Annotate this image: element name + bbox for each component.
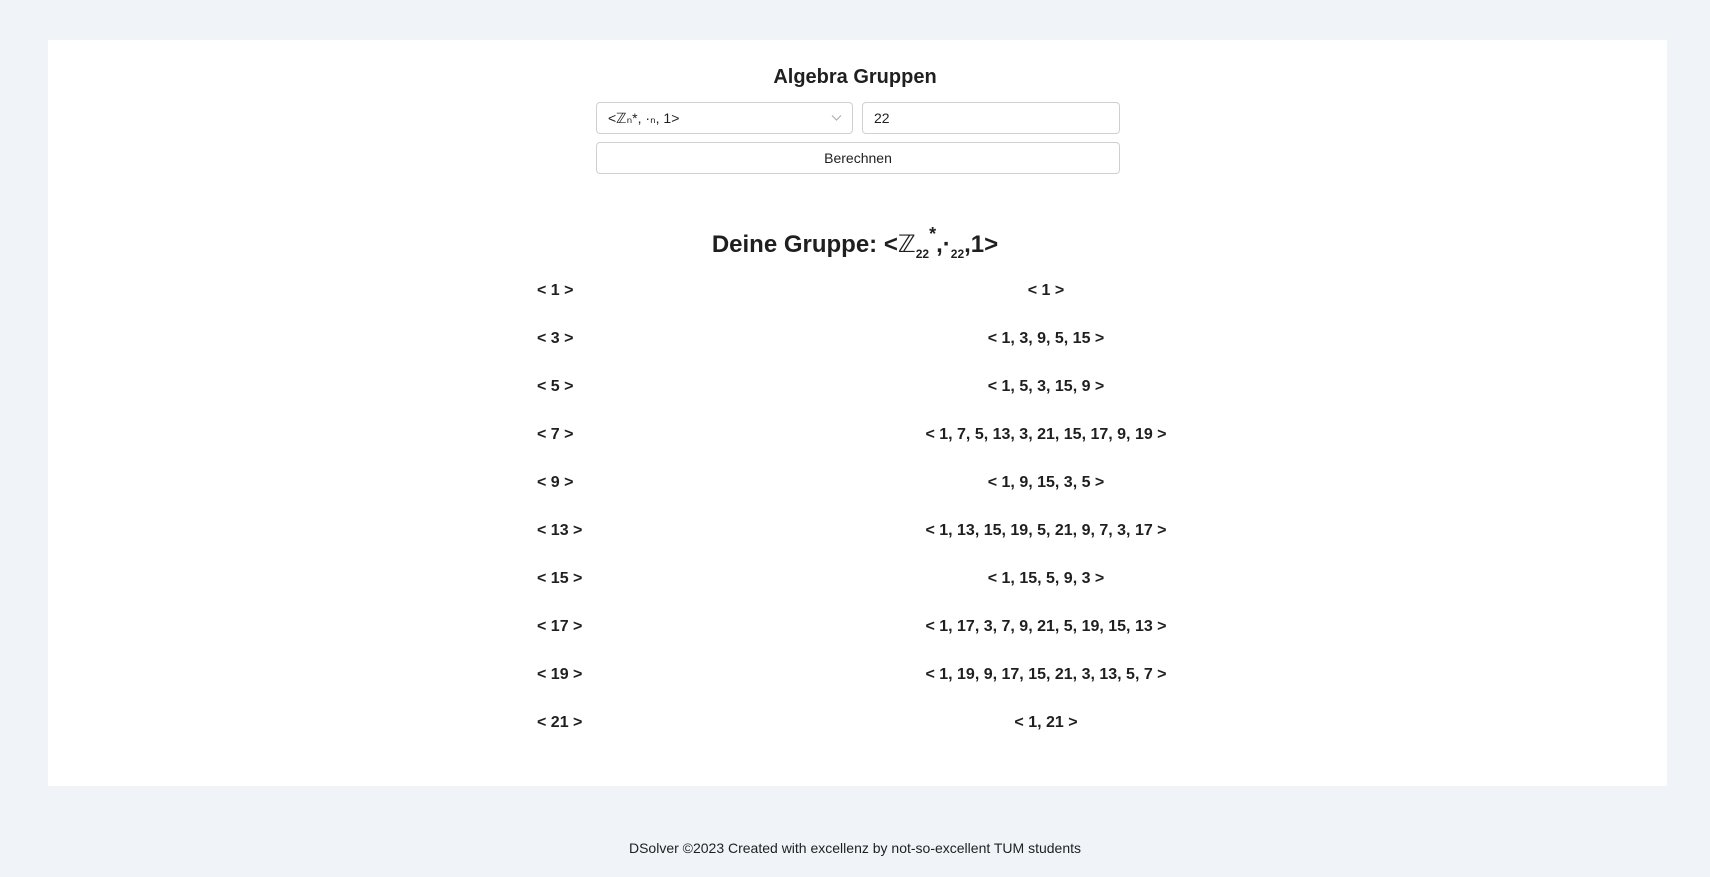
subgroup-elements: < 1, 9, 15, 3, 5 > <box>987 474 1105 491</box>
subgroup-elements: < 1, 17, 3, 7, 9, 21, 5, 19, 15, 13 > <box>925 618 1167 635</box>
subgroup-row: < 15 > < 1, 15, 5, 9, 3 > <box>537 566 1177 614</box>
group-heading-operation-modulus: 22 <box>950 247 965 261</box>
subgroup-row: < 5 > < 1, 5, 3, 15, 9 > <box>537 374 1177 422</box>
subgroup-elements: < 1 > <box>1027 282 1065 299</box>
subgroup-row: < 9 > < 1, 9, 15, 3, 5 > <box>537 470 1177 518</box>
chevron-down-icon <box>831 115 842 121</box>
generator-label: < 5 > <box>537 378 574 395</box>
subgroup-elements: < 1, 19, 9, 17, 15, 21, 3, 13, 5, 7 > <box>925 666 1167 683</box>
generator-label: < 15 > <box>537 570 583 587</box>
subgroup-elements: < 1, 21 > <box>1014 714 1078 731</box>
group-heading-symbol: ℤ <box>897 231 916 258</box>
subgroup-row: < 19 > < 1, 19, 9, 17, 15, 21, 3, 13, 5,… <box>537 662 1177 710</box>
generator-label: < 19 > <box>537 666 583 683</box>
group-heading: Deine Gruppe: <ℤ22*,·22,1> <box>0 216 1710 272</box>
group-heading-prefix: Deine Gruppe: < <box>711 231 898 258</box>
subgroup-elements: < 1, 3, 9, 5, 15 > <box>987 330 1105 347</box>
generator-label: < 21 > <box>537 714 583 731</box>
page-title: Algebra Gruppen <box>773 66 937 88</box>
generator-label: < 3 > <box>537 330 574 347</box>
subgroup-elements: < 1, 15, 5, 9, 3 > <box>987 570 1105 587</box>
modulus-input[interactable] <box>862 102 1120 134</box>
generator-label: < 13 > <box>537 522 583 539</box>
subgroup-elements: < 1, 5, 3, 15, 9 > <box>987 378 1105 395</box>
generator-label: < 7 > <box>537 426 574 443</box>
subgroup-row: < 17 > < 1, 17, 3, 7, 9, 21, 5, 19, 15, … <box>537 614 1177 662</box>
group-heading-operation: ,· <box>936 231 951 258</box>
generator-label: < 17 > <box>537 618 583 635</box>
generator-label: < 1 > <box>537 282 574 299</box>
calculate-button[interactable]: Berechnen <box>596 142 1120 174</box>
subgroup-row: < 13 > < 1, 13, 15, 19, 5, 21, 9, 7, 3, … <box>537 518 1177 566</box>
generator-label: < 9 > <box>537 474 574 491</box>
subgroup-row: < 3 > < 1, 3, 9, 5, 15 > <box>537 326 1177 374</box>
subgroup-list: < 1 > < 1 > < 3 > < 1, 3, 9, 5, 15 > < 5… <box>537 278 1177 758</box>
group-type-select[interactable]: <ℤₙ*, ·ₙ, 1> <box>596 102 853 134</box>
footer-text: DSolver ©2023 Created with excellenz by … <box>628 840 1082 856</box>
group-heading-modulus: 22 <box>915 247 930 261</box>
group-heading-suffix: ,1> <box>964 231 999 258</box>
subgroup-row: < 7 > < 1, 7, 5, 13, 3, 21, 15, 17, 9, 1… <box>537 422 1177 470</box>
subgroup-row: < 21 > < 1, 21 > <box>537 710 1177 758</box>
subgroup-elements: < 1, 7, 5, 13, 3, 21, 15, 17, 9, 19 > <box>925 426 1167 443</box>
subgroup-row: < 1 > < 1 > <box>537 278 1177 326</box>
subgroup-elements: < 1, 13, 15, 19, 5, 21, 9, 7, 3, 17 > <box>925 522 1167 539</box>
group-type-select-value: <ℤₙ*, ·ₙ, 1> <box>608 110 680 126</box>
